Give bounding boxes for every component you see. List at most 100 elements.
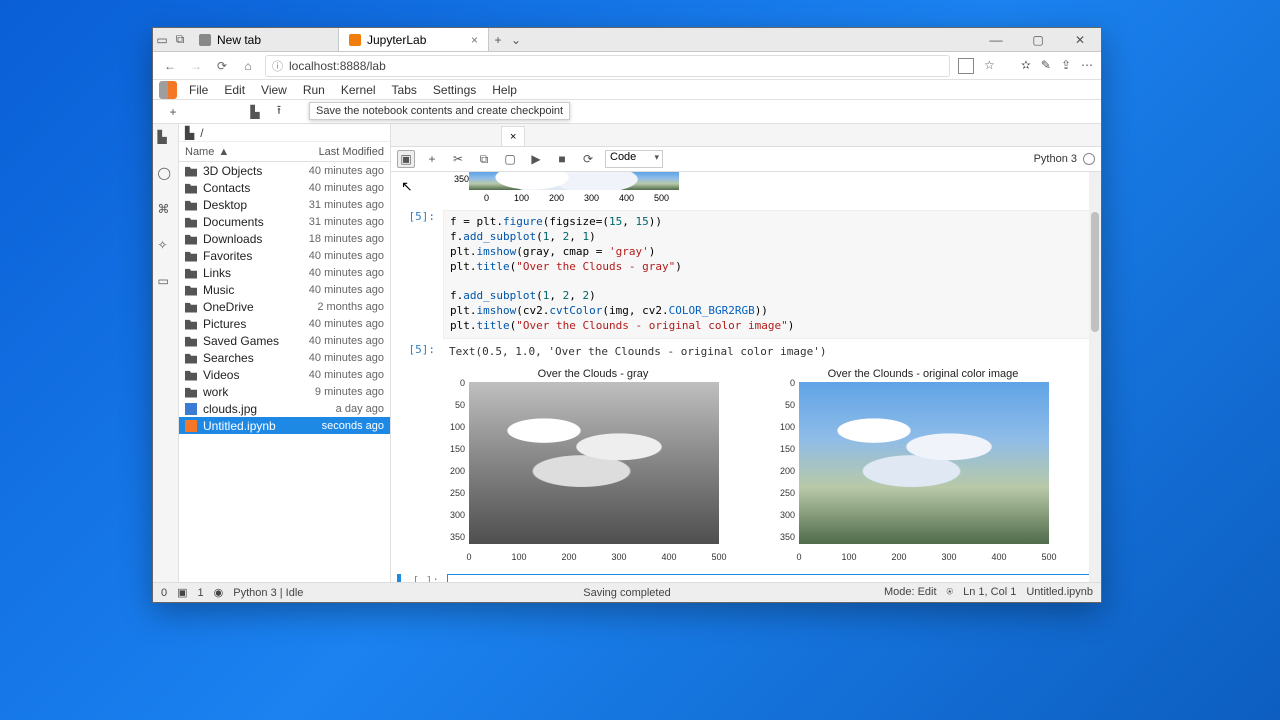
file-item[interactable]: OneDrive 2 months ago bbox=[179, 298, 390, 315]
refresh-button[interactable]: ⟳ bbox=[213, 57, 231, 75]
status-kernels-count[interactable]: 1 bbox=[198, 587, 204, 599]
file-modified: 40 minutes ago bbox=[292, 284, 384, 296]
notes-icon[interactable]: ✎ bbox=[1041, 58, 1051, 74]
file-item[interactable]: work9 minutes ago bbox=[179, 383, 390, 400]
menu-kernel[interactable]: Kernel bbox=[333, 81, 384, 99]
status-kernel[interactable]: Python 3 | Idle bbox=[233, 587, 303, 599]
notebook-document[interactable]: ↖ 350 0100200300400500 [5]: f = plt.figu… bbox=[391, 172, 1101, 582]
save-button[interactable]: ▣ bbox=[397, 150, 415, 168]
menu-run[interactable]: Run bbox=[295, 81, 333, 99]
file-modified: 40 minutes ago bbox=[292, 318, 384, 330]
site-info-icon[interactable]: ⓘ bbox=[272, 58, 283, 74]
kernel-name[interactable]: Python 3 bbox=[1034, 153, 1077, 165]
running-icon[interactable]: ◯ bbox=[158, 166, 174, 182]
status-message: Saving completed bbox=[583, 587, 670, 599]
file-name: Pictures bbox=[203, 317, 286, 331]
status-cursor: Ln 1, Col 1 bbox=[963, 586, 1016, 599]
code-cell[interactable]: [5]: f = plt.figure(figsize=(15, 15)) f.… bbox=[397, 210, 1095, 339]
menu-edit[interactable]: Edit bbox=[216, 81, 253, 99]
favorites-bar-icon[interactable]: ✫ bbox=[1021, 58, 1031, 74]
close-window-button[interactable]: ✕ bbox=[1059, 28, 1101, 51]
cell-prompt: [ ]: bbox=[401, 574, 447, 582]
browser-tab-newtab[interactable]: New tab bbox=[189, 28, 339, 51]
scrollbar[interactable] bbox=[1089, 172, 1101, 582]
filebrowser-icon[interactable]: ▙ bbox=[158, 130, 174, 146]
menu-settings[interactable]: Settings bbox=[425, 81, 484, 99]
file-item[interactable]: 3D Objects40 minutes ago bbox=[179, 162, 390, 179]
status-terminals[interactable]: 0 bbox=[161, 587, 167, 599]
col-modified[interactable]: Last Modified bbox=[298, 146, 390, 158]
file-item[interactable]: Videos40 minutes ago bbox=[179, 366, 390, 383]
new-folder-button[interactable]: ▙ bbox=[243, 105, 267, 119]
copy-button[interactable]: ⧉ bbox=[475, 150, 493, 168]
scrollbar-thumb[interactable] bbox=[1091, 212, 1099, 332]
file-item[interactable]: Saved Games40 minutes ago bbox=[179, 332, 390, 349]
file-item[interactable]: Searches40 minutes ago bbox=[179, 349, 390, 366]
close-icon[interactable]: × bbox=[510, 131, 516, 143]
reading-view-icon[interactable] bbox=[958, 58, 974, 74]
jupyter-logo-icon bbox=[159, 81, 177, 99]
code-input[interactable] bbox=[447, 574, 1095, 582]
tab-actions-icon[interactable]: ⌄ bbox=[507, 28, 525, 51]
tasks-icon[interactable]: ⧉ bbox=[171, 28, 189, 51]
tabs-icon[interactable]: ▭ bbox=[158, 274, 174, 290]
file-modified: 31 minutes ago bbox=[292, 199, 384, 211]
cell-type-select[interactable]: Code bbox=[605, 150, 663, 168]
file-item[interactable]: Pictures 40 minutes ago bbox=[179, 315, 390, 332]
kernel-status-icon bbox=[1083, 153, 1095, 165]
notebook-trust-icon[interactable]: ⍟ bbox=[947, 586, 954, 599]
restart-button[interactable]: ⟳ bbox=[579, 150, 597, 168]
file-item[interactable]: Documents31 minutes ago bbox=[179, 213, 390, 230]
notebook-tab-untitled[interactable]: × bbox=[501, 126, 525, 146]
maximize-button[interactable]: ▢ bbox=[1017, 28, 1059, 51]
file-modified: 31 minutes ago bbox=[292, 216, 384, 228]
minimize-button[interactable]: –– bbox=[975, 28, 1017, 51]
forward-button[interactable]: → bbox=[187, 57, 205, 75]
home-button[interactable]: ⌂ bbox=[239, 57, 257, 75]
file-modified: 18 minutes ago bbox=[292, 233, 384, 245]
insert-cell-button[interactable]: + bbox=[423, 150, 441, 168]
menu-tabs[interactable]: Tabs bbox=[384, 81, 425, 99]
upload-button[interactable]: ⭱ bbox=[267, 101, 291, 122]
url-input[interactable]: ⓘ localhost:8888/lab bbox=[265, 55, 950, 77]
folder-icon bbox=[185, 369, 197, 381]
browser-tab-jupyterlab[interactable]: JupyterLab × bbox=[339, 28, 489, 51]
file-item[interactable]: Desktop31 minutes ago bbox=[179, 196, 390, 213]
file-name: OneDrive bbox=[203, 300, 286, 314]
file-name: Saved Games bbox=[203, 334, 286, 348]
close-icon[interactable]: × bbox=[471, 33, 478, 47]
file-modified: 2 months ago bbox=[292, 301, 384, 313]
activity-bar: ▙ ◯ ⌘ ✧ ▭ bbox=[153, 124, 179, 582]
commands-icon[interactable]: ⌘ bbox=[158, 202, 174, 218]
file-item[interactable]: Links40 minutes ago bbox=[179, 264, 390, 281]
filebrowser-toolbar: + ▙ ⭱ Save the notebook contents and cre… bbox=[153, 100, 1101, 124]
back-button[interactable]: ← bbox=[161, 57, 179, 75]
extension-icon[interactable]: ✧ bbox=[158, 238, 174, 254]
cut-button[interactable]: ✂ bbox=[449, 150, 467, 168]
new-launcher-button[interactable]: + bbox=[153, 105, 193, 119]
menu-help[interactable]: Help bbox=[484, 81, 525, 99]
breadcrumb-root: / bbox=[200, 126, 203, 140]
file-item[interactable]: clouds.jpga day ago bbox=[179, 400, 390, 417]
active-code-cell[interactable]: [ ]: bbox=[397, 574, 1095, 582]
stop-button[interactable]: ■ bbox=[553, 150, 571, 168]
file-item[interactable]: Downloads18 minutes ago bbox=[179, 230, 390, 247]
file-item[interactable]: Favorites40 minutes ago bbox=[179, 247, 390, 264]
run-button[interactable]: ▶ bbox=[527, 150, 545, 168]
favorite-icon[interactable]: ☆ bbox=[984, 58, 995, 74]
menu-file[interactable]: File bbox=[181, 81, 216, 99]
output-figure-top: 350 0100200300400500 bbox=[443, 172, 1095, 204]
breadcrumb[interactable]: ▙ / bbox=[179, 124, 390, 142]
file-item[interactable]: Music40 minutes ago bbox=[179, 281, 390, 298]
col-name[interactable]: Name bbox=[185, 146, 214, 158]
new-tab-button[interactable]: + bbox=[489, 28, 507, 51]
share-icon[interactable]: ⇪ bbox=[1061, 58, 1071, 74]
file-item[interactable]: Untitled.ipynbseconds ago bbox=[179, 417, 390, 434]
sort-asc-icon: ▲ bbox=[218, 146, 229, 158]
menu-view[interactable]: View bbox=[253, 81, 295, 99]
file-name: Favorites bbox=[203, 249, 286, 263]
code-editor[interactable]: f = plt.figure(figsize=(15, 15)) f.add_s… bbox=[443, 210, 1095, 339]
file-item[interactable]: Contacts40 minutes ago bbox=[179, 179, 390, 196]
more-icon[interactable]: ⋯ bbox=[1081, 58, 1093, 74]
paste-button[interactable]: ▢ bbox=[501, 150, 519, 168]
